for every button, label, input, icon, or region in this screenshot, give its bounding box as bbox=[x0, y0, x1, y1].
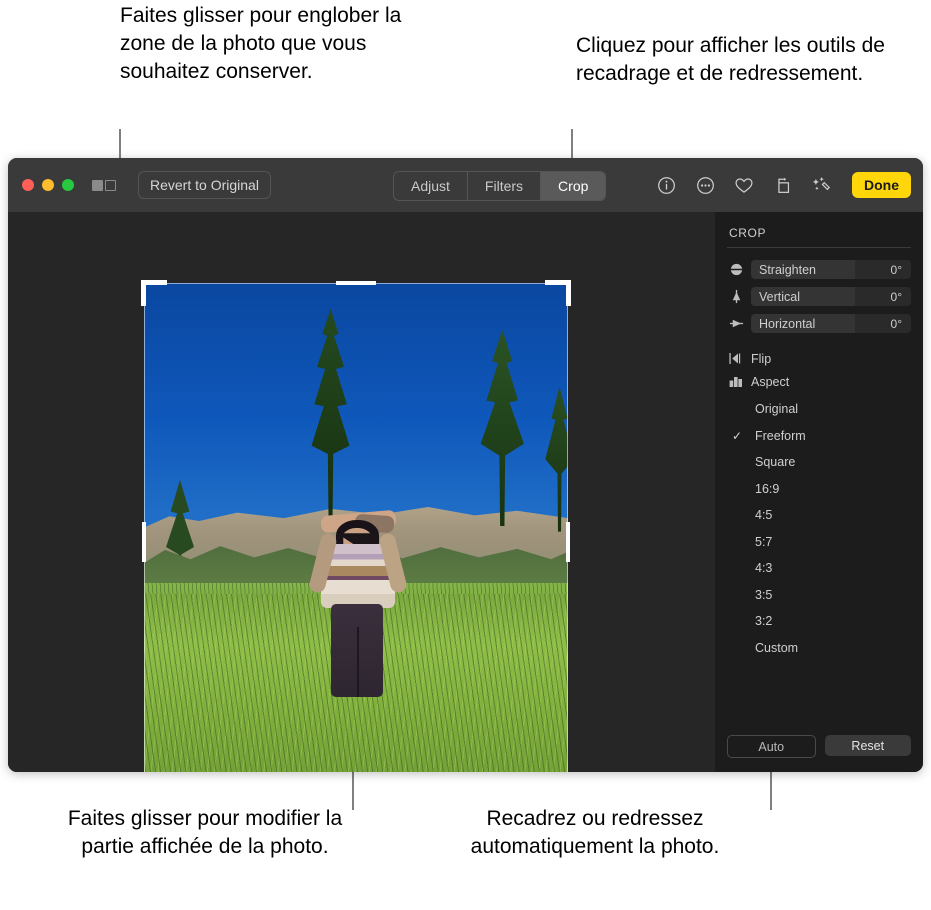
straighten-value: 0° bbox=[855, 260, 911, 279]
flip-menu-item[interactable]: Flip bbox=[727, 347, 911, 370]
aspect-option-label: 16:9 bbox=[755, 481, 780, 496]
crop-handle-top-left-v[interactable] bbox=[141, 280, 146, 306]
crop-sidebar: CROP Straighten 0° Vertical 0° Horizonta… bbox=[715, 212, 923, 772]
aspect-options-list: Original ✓ Freeform Square 16:9 4:5 5:7 … bbox=[727, 396, 911, 661]
flip-label: Flip bbox=[751, 351, 772, 366]
auto-enhance-icon[interactable] bbox=[811, 174, 833, 196]
horizontal-value: 0° bbox=[855, 314, 911, 333]
more-options-icon[interactable] bbox=[694, 174, 716, 196]
aspect-menu-item[interactable]: Aspect bbox=[727, 370, 911, 393]
tab-crop[interactable]: Crop bbox=[541, 172, 606, 200]
aspect-icon bbox=[727, 375, 745, 389]
aspect-option-label: Freeform bbox=[755, 428, 806, 443]
tab-filters[interactable]: Filters bbox=[468, 172, 542, 200]
window-toolbar: Revert to Original Adjust Filters Crop D… bbox=[8, 158, 923, 212]
screenshot-root: Faites glisser pour englober la zone de … bbox=[0, 0, 931, 910]
aspect-option-original[interactable]: Original bbox=[727, 396, 911, 423]
rotate-icon[interactable] bbox=[772, 174, 794, 196]
aspect-option-freeform[interactable]: ✓ Freeform bbox=[727, 423, 911, 450]
crop-section-title: CROP bbox=[729, 226, 767, 240]
edit-mode-segmented-control[interactable]: Adjust Filters Crop bbox=[393, 171, 607, 201]
horizontal-icon bbox=[727, 316, 745, 332]
revert-to-original-button[interactable]: Revert to Original bbox=[138, 171, 271, 199]
crop-handle-left-center[interactable] bbox=[142, 522, 146, 562]
horizontal-slider[interactable]: Horizontal 0° bbox=[751, 314, 911, 333]
section-divider bbox=[727, 247, 911, 248]
aspect-option-square[interactable]: Square bbox=[727, 449, 911, 476]
aspect-check-freeform: ✓ bbox=[731, 428, 743, 443]
photos-app-window: Revert to Original Adjust Filters Crop D… bbox=[8, 158, 923, 772]
done-button[interactable]: Done bbox=[852, 172, 911, 198]
vertical-label: Vertical bbox=[751, 287, 855, 306]
crop-handle-top-right-v[interactable] bbox=[566, 280, 571, 306]
aspect-option-3-5[interactable]: 3:5 bbox=[727, 582, 911, 609]
close-button[interactable] bbox=[22, 179, 34, 191]
aspect-option-16-9[interactable]: 16:9 bbox=[727, 476, 911, 503]
straighten-icon bbox=[727, 262, 745, 278]
aspect-label: Aspect bbox=[751, 374, 790, 389]
info-icon[interactable] bbox=[655, 174, 677, 196]
aspect-option-label: 3:2 bbox=[755, 614, 773, 629]
horizontal-label: Horizontal bbox=[751, 314, 855, 333]
crop-handle-top-center[interactable] bbox=[336, 281, 376, 285]
crop-handle-right-center[interactable] bbox=[566, 522, 570, 562]
aspect-option-label: 4:5 bbox=[755, 508, 773, 523]
slider-horizontal[interactable]: Horizontal 0° bbox=[727, 314, 911, 333]
aspect-option-3-2[interactable]: 3:2 bbox=[727, 608, 911, 635]
sidebar-toggle-empty-pane bbox=[105, 179, 116, 191]
sidebar-bottom-buttons: Auto Reset bbox=[727, 735, 911, 758]
photo-canvas bbox=[8, 212, 715, 772]
straighten-slider[interactable]: Straighten 0° bbox=[751, 260, 911, 279]
sidebar-toggle-filled-pane bbox=[92, 179, 103, 191]
aspect-option-label: Square bbox=[755, 455, 796, 470]
tab-adjust[interactable]: Adjust bbox=[394, 172, 468, 200]
minimize-button[interactable] bbox=[42, 179, 54, 191]
photo-person bbox=[308, 509, 408, 698]
callout-bottom-right: Recadrez ou redressez automatiquement la… bbox=[470, 807, 720, 858]
aspect-option-label: Custom bbox=[755, 640, 799, 655]
aspect-option-label: 3:5 bbox=[755, 587, 773, 602]
favorite-heart-icon[interactable] bbox=[733, 174, 755, 196]
callout-top-right: Cliquez pour afficher les outils de reca… bbox=[576, 34, 885, 85]
slider-vertical[interactable]: Vertical 0° bbox=[727, 287, 911, 306]
aspect-option-label: 4:3 bbox=[755, 561, 773, 576]
aspect-option-4-5[interactable]: 4:5 bbox=[727, 502, 911, 529]
vertical-slider[interactable]: Vertical 0° bbox=[751, 287, 911, 306]
aspect-option-label: Original bbox=[755, 402, 799, 417]
aspect-option-4-3[interactable]: 4:3 bbox=[727, 555, 911, 582]
aspect-option-custom[interactable]: Custom bbox=[727, 635, 911, 662]
straighten-label: Straighten bbox=[751, 260, 855, 279]
vertical-value: 0° bbox=[855, 287, 911, 306]
window-traffic-lights bbox=[22, 179, 74, 191]
callout-top-left: Faites glisser pour englober la zone de … bbox=[120, 4, 402, 83]
flip-icon bbox=[727, 352, 745, 366]
sidebar-toggle-icon[interactable] bbox=[92, 179, 116, 191]
slider-straighten[interactable]: Straighten 0° bbox=[727, 260, 911, 279]
crop-frame[interactable] bbox=[141, 280, 571, 772]
aspect-option-5-7[interactable]: 5:7 bbox=[727, 529, 911, 556]
aspect-option-label: 5:7 bbox=[755, 534, 773, 549]
toolbar-right-actions: Done bbox=[655, 158, 911, 212]
callout-bottom-left: Faites glisser pour modifier la partie a… bbox=[67, 807, 343, 858]
person-leg-gap bbox=[357, 626, 359, 698]
vertical-icon bbox=[727, 289, 745, 305]
auto-button[interactable]: Auto bbox=[727, 735, 816, 758]
reset-button[interactable]: Reset bbox=[824, 735, 911, 756]
photo-image bbox=[144, 283, 568, 772]
zoom-button[interactable] bbox=[62, 179, 74, 191]
